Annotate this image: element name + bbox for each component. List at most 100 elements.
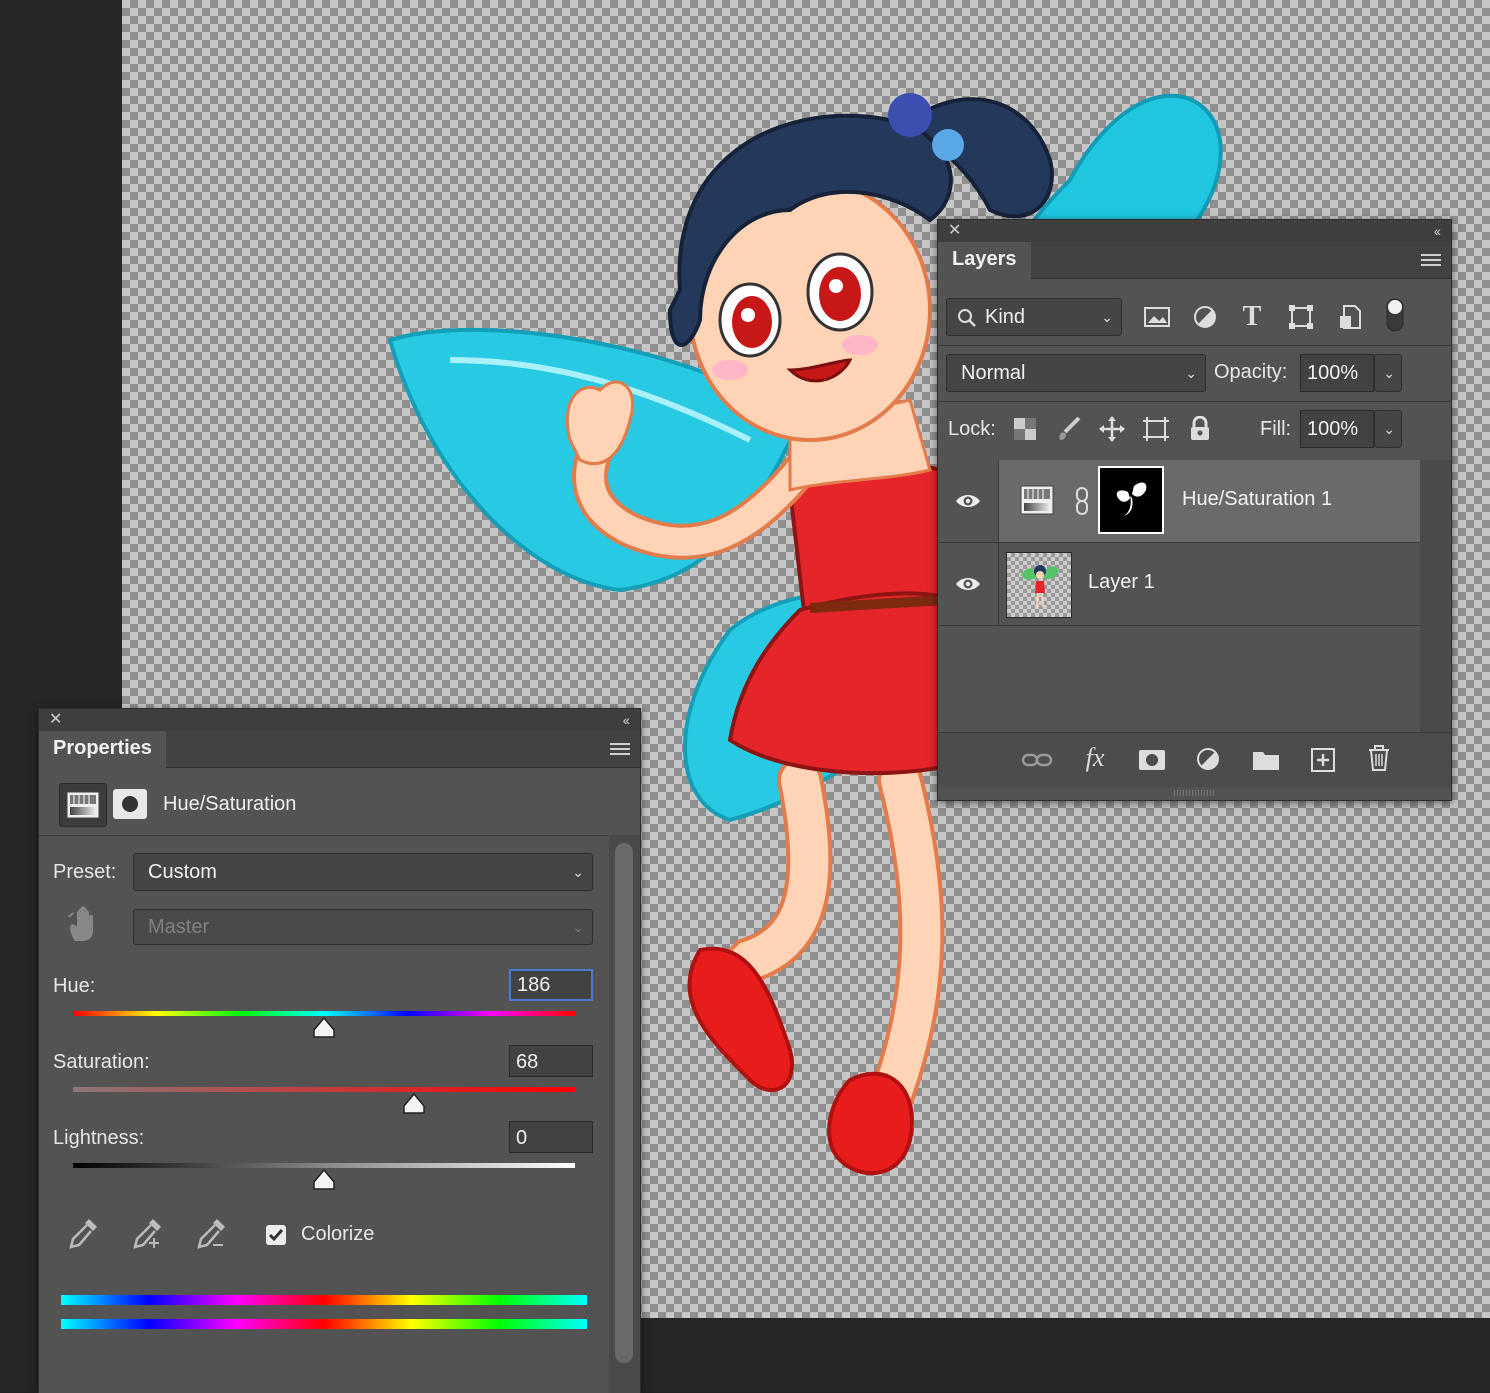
- preset-value: Custom: [148, 861, 217, 883]
- chevron-down-icon: ⌄: [1101, 309, 1113, 325]
- layers-scrollbar[interactable]: [1420, 460, 1451, 732]
- properties-tab-strip: Properties: [39, 731, 640, 768]
- eye-icon: [956, 495, 980, 507]
- eye-icon: [956, 578, 980, 590]
- layer-row-layer-1[interactable]: Layer 1: [938, 543, 1420, 626]
- lock-artboard-icon[interactable]: [1139, 412, 1173, 446]
- layer-mask-thumbnail[interactable]: [1098, 466, 1164, 534]
- adjustment-filter-icon[interactable]: [1188, 300, 1222, 334]
- layer-thumbnail[interactable]: [1006, 552, 1072, 618]
- output-hue-bar: [61, 1319, 587, 1329]
- filter-toggle-icon[interactable]: [1378, 298, 1412, 332]
- divider: [938, 401, 1451, 402]
- channel-value: Master: [148, 916, 210, 938]
- colorize-checkbox[interactable]: [266, 1225, 286, 1245]
- chevron-down-icon: ⌄: [572, 919, 584, 935]
- hue-label: Hue:: [53, 975, 96, 997]
- checkmark-icon: [268, 1229, 284, 1242]
- adjustment-title: Hue/Saturation: [163, 793, 297, 815]
- new-layer-icon[interactable]: [1306, 743, 1340, 777]
- layers-footer: fx: [938, 732, 1451, 787]
- opacity-dropdown-button[interactable]: ⌄: [1374, 354, 1402, 392]
- lock-label: Lock:: [948, 418, 996, 440]
- blend-mode-value: Normal: [961, 362, 1026, 384]
- image-filter-icon[interactable]: [1140, 300, 1174, 334]
- layer-filter-kind-dropdown[interactable]: Kind ⌄: [946, 298, 1122, 336]
- search-icon: [958, 309, 976, 327]
- visibility-toggle[interactable]: [938, 460, 999, 542]
- lightness-input[interactable]: 0: [509, 1121, 593, 1153]
- layer-row-hue-saturation[interactable]: Hue/Saturation 1: [938, 460, 1420, 543]
- chain-link-icon[interactable]: [1074, 486, 1090, 521]
- layers-panel-menu-icon[interactable]: [1421, 254, 1441, 266]
- hue-input[interactable]: 186: [509, 969, 593, 1001]
- layers-panel-titlebar: ✕ ‹‹: [938, 220, 1451, 242]
- layers-close-icon[interactable]: ✕: [948, 220, 961, 242]
- link-layers-icon[interactable]: [1020, 743, 1054, 777]
- divider: [938, 345, 1451, 346]
- layers-tab-strip: Layers: [938, 242, 1451, 279]
- tab-properties[interactable]: Properties: [39, 731, 166, 768]
- properties-collapse-icon[interactable]: ‹‹: [623, 709, 630, 731]
- fill-label: Fill:: [1260, 418, 1292, 440]
- lock-position-icon[interactable]: [1095, 412, 1129, 446]
- layer-name[interactable]: Hue/Saturation 1: [1182, 488, 1332, 511]
- channel-dropdown[interactable]: Master ⌄: [133, 909, 593, 945]
- properties-panel-titlebar: ✕ ‹‹: [39, 709, 640, 731]
- add-to-sample-eyedropper-icon[interactable]: [129, 1215, 165, 1256]
- colorize-label[interactable]: Colorize: [301, 1223, 374, 1246]
- new-adjustment-icon[interactable]: [1192, 743, 1226, 777]
- preset-label: Preset:: [53, 861, 117, 883]
- mask-settings-button[interactable]: [113, 789, 147, 819]
- chevron-down-icon: ⌄: [1383, 421, 1395, 437]
- blend-mode-dropdown[interactable]: Normal ⌄: [946, 354, 1206, 392]
- saturation-input[interactable]: 68: [509, 1045, 593, 1077]
- filter-kind-label: Kind: [985, 306, 1026, 328]
- delete-layer-icon[interactable]: [1362, 741, 1396, 775]
- lock-transparent-icon[interactable]: [1008, 412, 1042, 446]
- saturation-label: Saturation:: [53, 1051, 150, 1073]
- layers-panel: ✕ ‹‹ Layers Kind ⌄ T Normal ⌄ Opacity: 1…: [937, 219, 1452, 801]
- layers-list: Hue/Saturation 1 Layer 1: [938, 460, 1420, 732]
- smart-object-filter-icon[interactable]: [1333, 300, 1367, 334]
- eyedropper-icon[interactable]: [65, 1215, 101, 1256]
- adjustment-layer-icon: [1020, 485, 1054, 520]
- properties-scrollbar[interactable]: [609, 835, 640, 1393]
- opacity-label: Opacity:: [1214, 361, 1288, 383]
- scrollbar-thumb[interactable]: [615, 843, 633, 1363]
- preset-dropdown[interactable]: Custom ⌄: [133, 853, 593, 891]
- fx-icon[interactable]: fx: [1078, 741, 1112, 775]
- mask-icon: [122, 796, 138, 812]
- add-mask-icon[interactable]: [1135, 743, 1169, 777]
- lightness-slider-thumb[interactable]: [312, 1169, 336, 1191]
- fill-input[interactable]: 100%: [1300, 410, 1374, 448]
- layer-name[interactable]: Layer 1: [1088, 571, 1155, 594]
- new-group-icon[interactable]: [1249, 743, 1283, 777]
- lock-all-icon[interactable]: [1183, 412, 1217, 446]
- lightness-label: Lightness:: [53, 1127, 145, 1149]
- tab-layers[interactable]: Layers: [938, 242, 1031, 279]
- fill-dropdown-button[interactable]: ⌄: [1374, 410, 1402, 448]
- hue-saturation-icon: [66, 791, 100, 819]
- layers-collapse-icon[interactable]: ‹‹: [1434, 220, 1441, 242]
- saturation-slider-thumb[interactable]: [402, 1093, 426, 1115]
- shape-filter-icon[interactable]: [1284, 300, 1318, 334]
- hue-slider-thumb[interactable]: [312, 1017, 336, 1039]
- lightness-slider-track[interactable]: [73, 1163, 575, 1168]
- targeted-adjustment-hand-icon[interactable]: [65, 905, 101, 950]
- properties-panel-menu-icon[interactable]: [610, 743, 630, 755]
- adjustment-settings-button[interactable]: [59, 783, 107, 827]
- subtract-from-sample-eyedropper-icon[interactable]: [193, 1215, 229, 1256]
- divider: [39, 835, 640, 836]
- visibility-toggle[interactable]: [938, 543, 999, 625]
- properties-close-icon[interactable]: ✕: [49, 709, 62, 731]
- properties-panel: ✕ ‹‹ Properties Hue/Saturation Preset: C…: [38, 708, 641, 1393]
- panel-resize-grip[interactable]: [1174, 790, 1214, 796]
- opacity-input[interactable]: 100%: [1300, 354, 1374, 392]
- chevron-down-icon: ⌄: [1383, 365, 1395, 381]
- lock-image-icon[interactable]: [1052, 412, 1086, 446]
- type-filter-icon[interactable]: T: [1235, 300, 1269, 334]
- hue-slider-track[interactable]: [73, 1011, 575, 1016]
- saturation-slider-track[interactable]: [73, 1087, 575, 1092]
- chevron-down-icon: ⌄: [1185, 365, 1197, 381]
